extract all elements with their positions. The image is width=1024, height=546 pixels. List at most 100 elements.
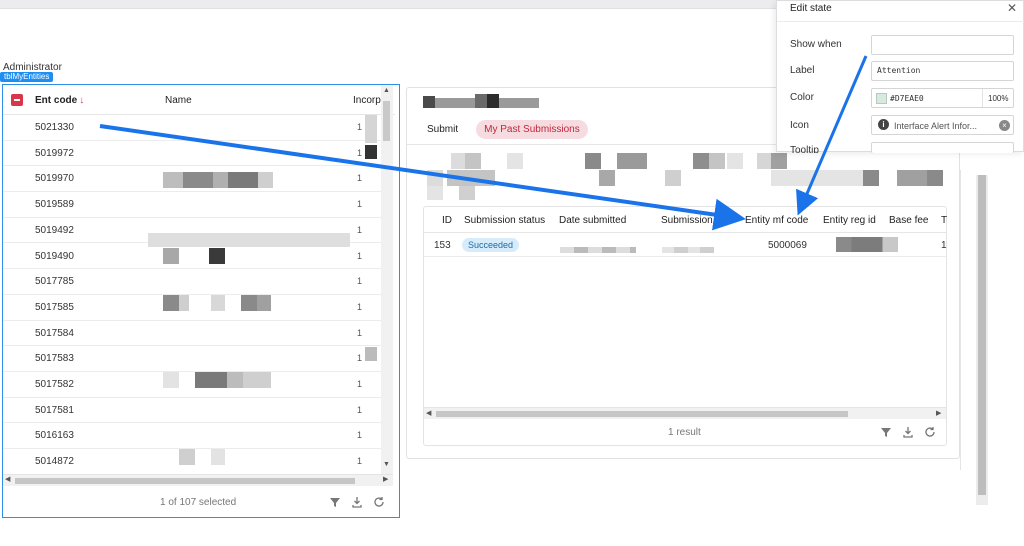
download-icon[interactable] [351,496,363,508]
download-icon[interactable] [902,426,914,438]
horizontal-scrollbar[interactable]: ◀ ▶ [3,474,393,486]
color-opacity[interactable]: 100% [988,94,1008,103]
table-row[interactable]: 5019972 1 [3,141,381,167]
column-header-ent-code[interactable]: Ent code ↓ [35,95,84,106]
filter-icon[interactable] [329,496,341,508]
column-header-submission-status[interactable]: Submission status [464,215,545,226]
table-row[interactable]: 5017581 1 [3,398,381,424]
column-header-base-fee[interactable]: Base fee [889,215,928,226]
cell-incorp: 1 [357,456,363,467]
filter-icon[interactable] [880,426,892,438]
table-row[interactable]: 5017785 1 [3,269,381,295]
column-header-name[interactable]: Name [165,95,192,106]
table-row[interactable]: 5016163 1 [3,423,381,450]
table-row[interactable]: 153 Succeeded 5000069 1 [424,233,947,257]
app-canvas: Administrator tblMyEntities Ent code ↓ Na… [0,0,1024,546]
label-value: Attention [877,66,921,75]
table-row[interactable]: 5017583 1 [3,346,381,372]
tab-my-past-submissions[interactable]: My Past Submissions [476,120,588,139]
table-row[interactable]: 5017585 1 [3,295,381,321]
status-badge: Succeeded [462,238,520,252]
column-header-date-submitted[interactable]: Date submitted [559,215,626,226]
redacted-block [365,145,377,159]
scroll-down-icon[interactable]: ▼ [383,461,390,468]
column-header-id[interactable]: ID [442,215,452,226]
scroll-right-icon[interactable]: ▶ [936,409,941,417]
column-header-entity-mf-code[interactable]: Entity mf code [745,215,808,226]
horizontal-scrollbar[interactable]: ◀ ▶ [424,407,946,419]
sort-down-icon: ↓ [79,95,85,106]
result-count: 1 result [668,427,701,438]
component-badge[interactable]: tblMyEntities [0,72,54,82]
redacted-block [365,115,377,143]
color-swatch[interactable] [876,93,887,104]
redacted-date [560,247,636,253]
scrollbar-thumb[interactable] [436,411,848,417]
column-header-truncated[interactable]: T [941,215,947,226]
divider [960,170,961,470]
cell-ent-code: 5021330 [35,122,74,133]
redacted-block [365,347,377,361]
scrollbar-thumb[interactable] [15,478,355,484]
table-row[interactable]: 5017584 1 [3,321,381,347]
redacted-block [183,172,213,188]
scroll-left-icon[interactable]: ◀ [426,409,431,417]
cell-ent-code: 5017582 [35,379,74,390]
redacted-block [195,372,227,388]
show-when-label: Show when [790,39,842,50]
divider [777,21,1024,22]
cell-ent-code: 5017585 [35,301,74,313]
table-header: ID Submission status Date submitted Subm… [424,207,947,233]
icon-select[interactable]: i Interface Alert Infor... × [871,115,1014,135]
label-input[interactable]: Attention [871,61,1014,81]
column-header-submission-ref[interactable]: Submission re [661,215,741,226]
redacted-block [148,233,350,247]
redacted-reg-id [836,237,898,252]
scroll-up-icon[interactable]: ▲ [383,87,390,94]
cell-ent-code: 5017584 [35,327,74,339]
color-input[interactable]: #D7EAE0 100% [871,88,1014,108]
cell-incorp: 1 [357,276,363,287]
icon-label: Icon [790,120,809,131]
vertical-scrollbar[interactable]: ▲ ▼ [381,85,393,485]
column-header-entity-reg-id[interactable]: Entity reg id [823,215,876,226]
cell-ent-code: 5017583 [35,353,74,365]
scroll-right-icon[interactable]: ▶ [383,475,388,483]
redacted-ref [662,247,714,253]
table-row[interactable]: 5017582 1 [3,372,381,398]
cell-ent-code: 5017581 [35,404,74,416]
select-all-checkbox[interactable] [11,94,23,106]
cell-ent-code: 5019589 [35,199,74,211]
scrollbar-thumb[interactable] [383,101,390,141]
table-row[interactable]: 5021330 1 [3,115,381,141]
redacted-title [423,92,539,108]
tab-submit[interactable]: Submit [421,120,464,139]
edit-state-panel: Edit state ✕ Show when Label Attention C… [776,0,1024,153]
redacted-block [213,172,228,188]
color-label: Color [790,92,814,103]
scrollbar-thumb[interactable] [978,175,986,495]
table-row[interactable]: 5019589 1 [3,192,381,218]
scroll-left-icon[interactable]: ◀ [5,475,10,483]
cell-ent-code: 5017785 [35,276,74,288]
redacted-block [163,172,183,188]
cell-incorp: 1 [357,353,363,364]
table-row[interactable]: 5019490 1 [3,244,381,270]
submissions-table[interactable]: ID Submission status Date submitted Subm… [423,206,947,446]
tooltip-input[interactable] [871,142,1014,153]
clear-icon[interactable]: × [999,120,1010,131]
cell-incorp: 1 [357,199,363,210]
refresh-icon[interactable] [373,496,385,508]
close-icon[interactable]: ✕ [1007,1,1017,15]
tooltip-label: Tooltip [790,145,819,153]
cell-incorp: 1 [357,122,363,132]
table-header: Ent code ↓ Name Incorp [3,85,395,115]
cell-incorp: 1 [357,301,363,312]
vertical-scrollbar[interactable] [976,175,988,505]
show-when-input[interactable] [871,35,1014,55]
redacted-block [227,372,243,388]
cell-incorp: 1 [357,430,363,441]
refresh-icon[interactable] [924,426,936,438]
entities-table[interactable]: Ent code ↓ Name Incorp 5021330 1 5019972 1 50… [2,84,400,518]
column-header-incorp[interactable]: Incorp [353,95,381,106]
